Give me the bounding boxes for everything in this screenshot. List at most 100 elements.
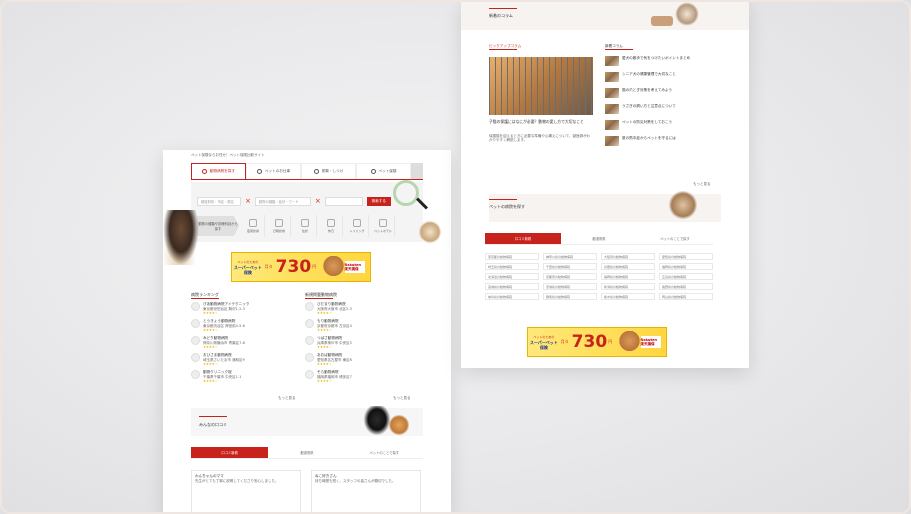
type-select[interactable]: 動物の種類・症状・ワード — [254, 197, 311, 206]
scissors-icon — [353, 219, 361, 227]
prefecture-link[interactable]: 京都府の動物病院 — [543, 273, 597, 280]
review-card[interactable]: わんちゃんのママ 先生がとても丁寧に説明してくださり安心しました。 — [191, 470, 301, 514]
tab-pet-topic[interactable]: ペットのことで探す — [637, 233, 713, 245]
ranking-more-link[interactable]: もっと見る — [278, 396, 296, 400]
category-label: 日曜診療 — [272, 229, 285, 233]
list-item[interactable]: 愛犬の散歩で気をつけたいポイントまとめ — [605, 56, 723, 66]
hospital-icon — [305, 353, 314, 362]
banner-line2: スーパーペット保険 — [233, 264, 262, 275]
column-more-link[interactable]: もっと見る — [693, 182, 711, 186]
rating-stars: ★★★★☆ — [203, 379, 218, 383]
prefecture-link[interactable]: 埼玉県の動物病院 — [485, 263, 539, 270]
rating-stars: ★★★★☆ — [317, 362, 332, 366]
list-item[interactable]: みどり動物病院 神奈川県横浜市 青葉区7-8 ★★★★☆ — [191, 336, 301, 349]
tab-pet-topic[interactable]: ペットのことで探す — [345, 447, 423, 459]
list-item[interactable]: 猫の爪とぎ対策を考えてみよう — [605, 88, 723, 98]
tab-prefecture[interactable]: 都道府県 — [268, 447, 346, 459]
tab-care[interactable]: 飼育・しつけ — [301, 163, 356, 179]
feature-image[interactable] — [489, 57, 593, 115]
feature-underline — [489, 49, 517, 50]
list-item[interactable]: ぴあ動物病院アイテクニック 東京都世田谷区 駒沢1-2-3 ★★★★☆ — [191, 302, 301, 315]
tab-review-new[interactable]: 口コミ新着 — [191, 447, 269, 459]
tab-pet-jobs[interactable]: ペットのお仕事 — [246, 163, 301, 179]
prefecture-link[interactable]: 福岡県の動物病院 — [659, 263, 713, 270]
prefecture-link[interactable]: 千葉県の動物病院 — [543, 263, 597, 270]
section-underline — [489, 199, 517, 200]
list-item[interactable]: おひさま動物病院 埼玉県さいたま市 浦和区9 ★★★★☆ — [191, 353, 301, 366]
hospital-icon — [191, 319, 200, 328]
prefecture-link[interactable]: 岐阜県の動物病院 — [485, 293, 539, 300]
list-item[interactable]: シニア犬の健康管理で大切なこと — [605, 72, 723, 82]
list-item[interactable]: もり動物病院 京都府京都市 左京区4 ★★★★☆ — [305, 319, 415, 332]
list-item[interactable]: 夏の熱中症からペットを守るには — [605, 136, 723, 146]
rating-stars: ★★★★☆ — [317, 328, 332, 332]
list-item[interactable]: とうきょう動物病院 東京都渋谷区 神宮前4-5-6 ★★★★☆ — [191, 319, 301, 332]
column-thumbnail — [605, 72, 619, 82]
list-item[interactable]: ペットの防災対策をしておこう — [605, 120, 723, 130]
cat-kitten-image — [163, 210, 199, 265]
new-hospitals-more-link[interactable]: もっと見る — [393, 396, 411, 400]
insurance-banner[interactable]: ペットのための スーパーペット保険 月々 730 円 Rakuten 楽天損保 — [231, 252, 371, 282]
prefecture-link[interactable]: 静岡県の動物病院 — [601, 273, 655, 280]
tab-label: ペット保険 — [378, 169, 397, 173]
feature-title[interactable]: 子猫の保護にはなにが必要？動物の愛し方で大切なこと — [489, 119, 593, 124]
prefecture-link[interactable]: 北海道の動物病院 — [485, 273, 539, 280]
list-item[interactable]: ひだまり動物病院 大阪府大阪市 北区2-3 ★★★★☆ — [305, 302, 415, 315]
tab-insurance[interactable]: ペット保険 — [356, 163, 411, 179]
keyword-input[interactable] — [324, 197, 363, 206]
banner-partner-logo: Rakuten 楽天損保 — [640, 336, 661, 348]
reviews-section-header: みんなの口コミ — [191, 406, 423, 436]
category-lead: 動物の種類や診療科目から探す — [197, 216, 239, 236]
category-visit[interactable]: 往診 — [294, 215, 317, 237]
category-hotel[interactable]: ペットホテル — [372, 215, 395, 237]
banner-yen: 円 — [608, 339, 613, 344]
area-select[interactable]: 都道府県・市区・駅名 — [197, 197, 241, 206]
category-holiday[interactable]: 休日 — [320, 215, 343, 237]
menu-button[interactable] — [411, 163, 423, 179]
search-button[interactable]: 検索する — [366, 197, 391, 206]
tab-review-new[interactable]: 口コミ新着 — [485, 233, 561, 245]
prefecture-link[interactable]: 栃木県の動物病院 — [601, 293, 655, 300]
list-item[interactable]: 動物クリニック桜 千葉県千葉市 中央区1-1 ★★★★☆ — [191, 370, 301, 383]
list-item[interactable]: そら動物病院 福岡県福岡市 博多区7 ★★★★☆ — [305, 370, 415, 383]
dog-image — [675, 2, 699, 26]
column-title: シニア犬の健康管理で大切なこと — [622, 72, 676, 76]
prefecture-link[interactable]: 群馬県の動物病院 — [543, 293, 597, 300]
column-thumbnail — [605, 88, 619, 98]
prefecture-link[interactable]: 神奈川県の動物病院 — [543, 253, 597, 260]
books-image — [651, 16, 673, 26]
rating-stars: ★★★★☆ — [317, 311, 332, 315]
category-night[interactable]: 夜間診療 — [242, 215, 265, 237]
category-trimming[interactable]: トリミング — [346, 215, 369, 237]
feature-body: 保護猫を迎えるときに必要な準備や心構えについて、獣医師がわかりやすく解説します。 — [489, 134, 591, 142]
review-card[interactable]: ねこ好きさん 待ち時間も短く、スタッフの皆さんが親切でした。 — [311, 470, 421, 514]
new-column-underline — [605, 49, 633, 50]
rating-stars: ★★★★☆ — [317, 379, 332, 383]
insurance-banner[interactable]: ペットのための スーパーペット保険 月々 730 円 Rakuten 楽天損保 — [527, 327, 667, 357]
prefecture-link[interactable]: 大阪府の動物病院 — [601, 253, 655, 260]
new-hospitals-list: ひだまり動物病院 大阪府大阪市 北区2-3 ★★★★☆ もり動物病院 京都府京都市 左… — [305, 302, 415, 387]
prefecture-link[interactable]: 宮城県の動物病院 — [485, 283, 539, 290]
list-item[interactable]: うさぎの飼い方と注意点について — [605, 104, 723, 114]
list-item[interactable]: つばさ動物病院 兵庫県神戸市 中央区5 ★★★★☆ — [305, 336, 415, 349]
review-switch: 口コミ新着 都道府県 ペットのことで探す — [191, 447, 423, 459]
tab-hospital-search[interactable]: 動物病院を探す — [191, 163, 246, 179]
list-item[interactable]: あおば動物病院 愛知県名古屋市 東区6 ★★★★☆ — [305, 353, 415, 366]
category-sunday[interactable]: 日曜診療 — [268, 215, 291, 237]
breadcrumb[interactable]: ペット保険ならお任せ！ペット保険比較サイト — [191, 153, 371, 157]
prefecture-link[interactable]: 長野県の動物病院 — [659, 283, 713, 290]
column-thumbnail — [605, 56, 619, 66]
tab-label: 飼育・しつけ — [321, 169, 344, 173]
category-label: トリミング — [349, 229, 365, 233]
prefecture-link[interactable]: 新潟県の動物病院 — [601, 283, 655, 290]
prefecture-link[interactable]: 岡山県の動物病院 — [659, 293, 713, 300]
prefecture-link[interactable]: 兵庫県の動物病院 — [601, 263, 655, 270]
tab-prefecture[interactable]: 都道府県 — [561, 233, 637, 245]
rating-stars: ★★★★☆ — [317, 345, 332, 349]
prefecture-link[interactable]: 東京都の動物病院 — [485, 253, 539, 260]
prefecture-link[interactable]: 愛知県の動物病院 — [659, 253, 713, 260]
prefecture-link[interactable]: 茨城県の動物病院 — [543, 283, 597, 290]
section-title: ペットの病院を探す — [489, 204, 525, 209]
column-list: 愛犬の散歩で気をつけたいポイントまとめ シニア犬の健康管理で大切なこと 猫の爪と… — [605, 56, 723, 152]
prefecture-link[interactable]: 広島県の動物病院 — [659, 273, 713, 280]
